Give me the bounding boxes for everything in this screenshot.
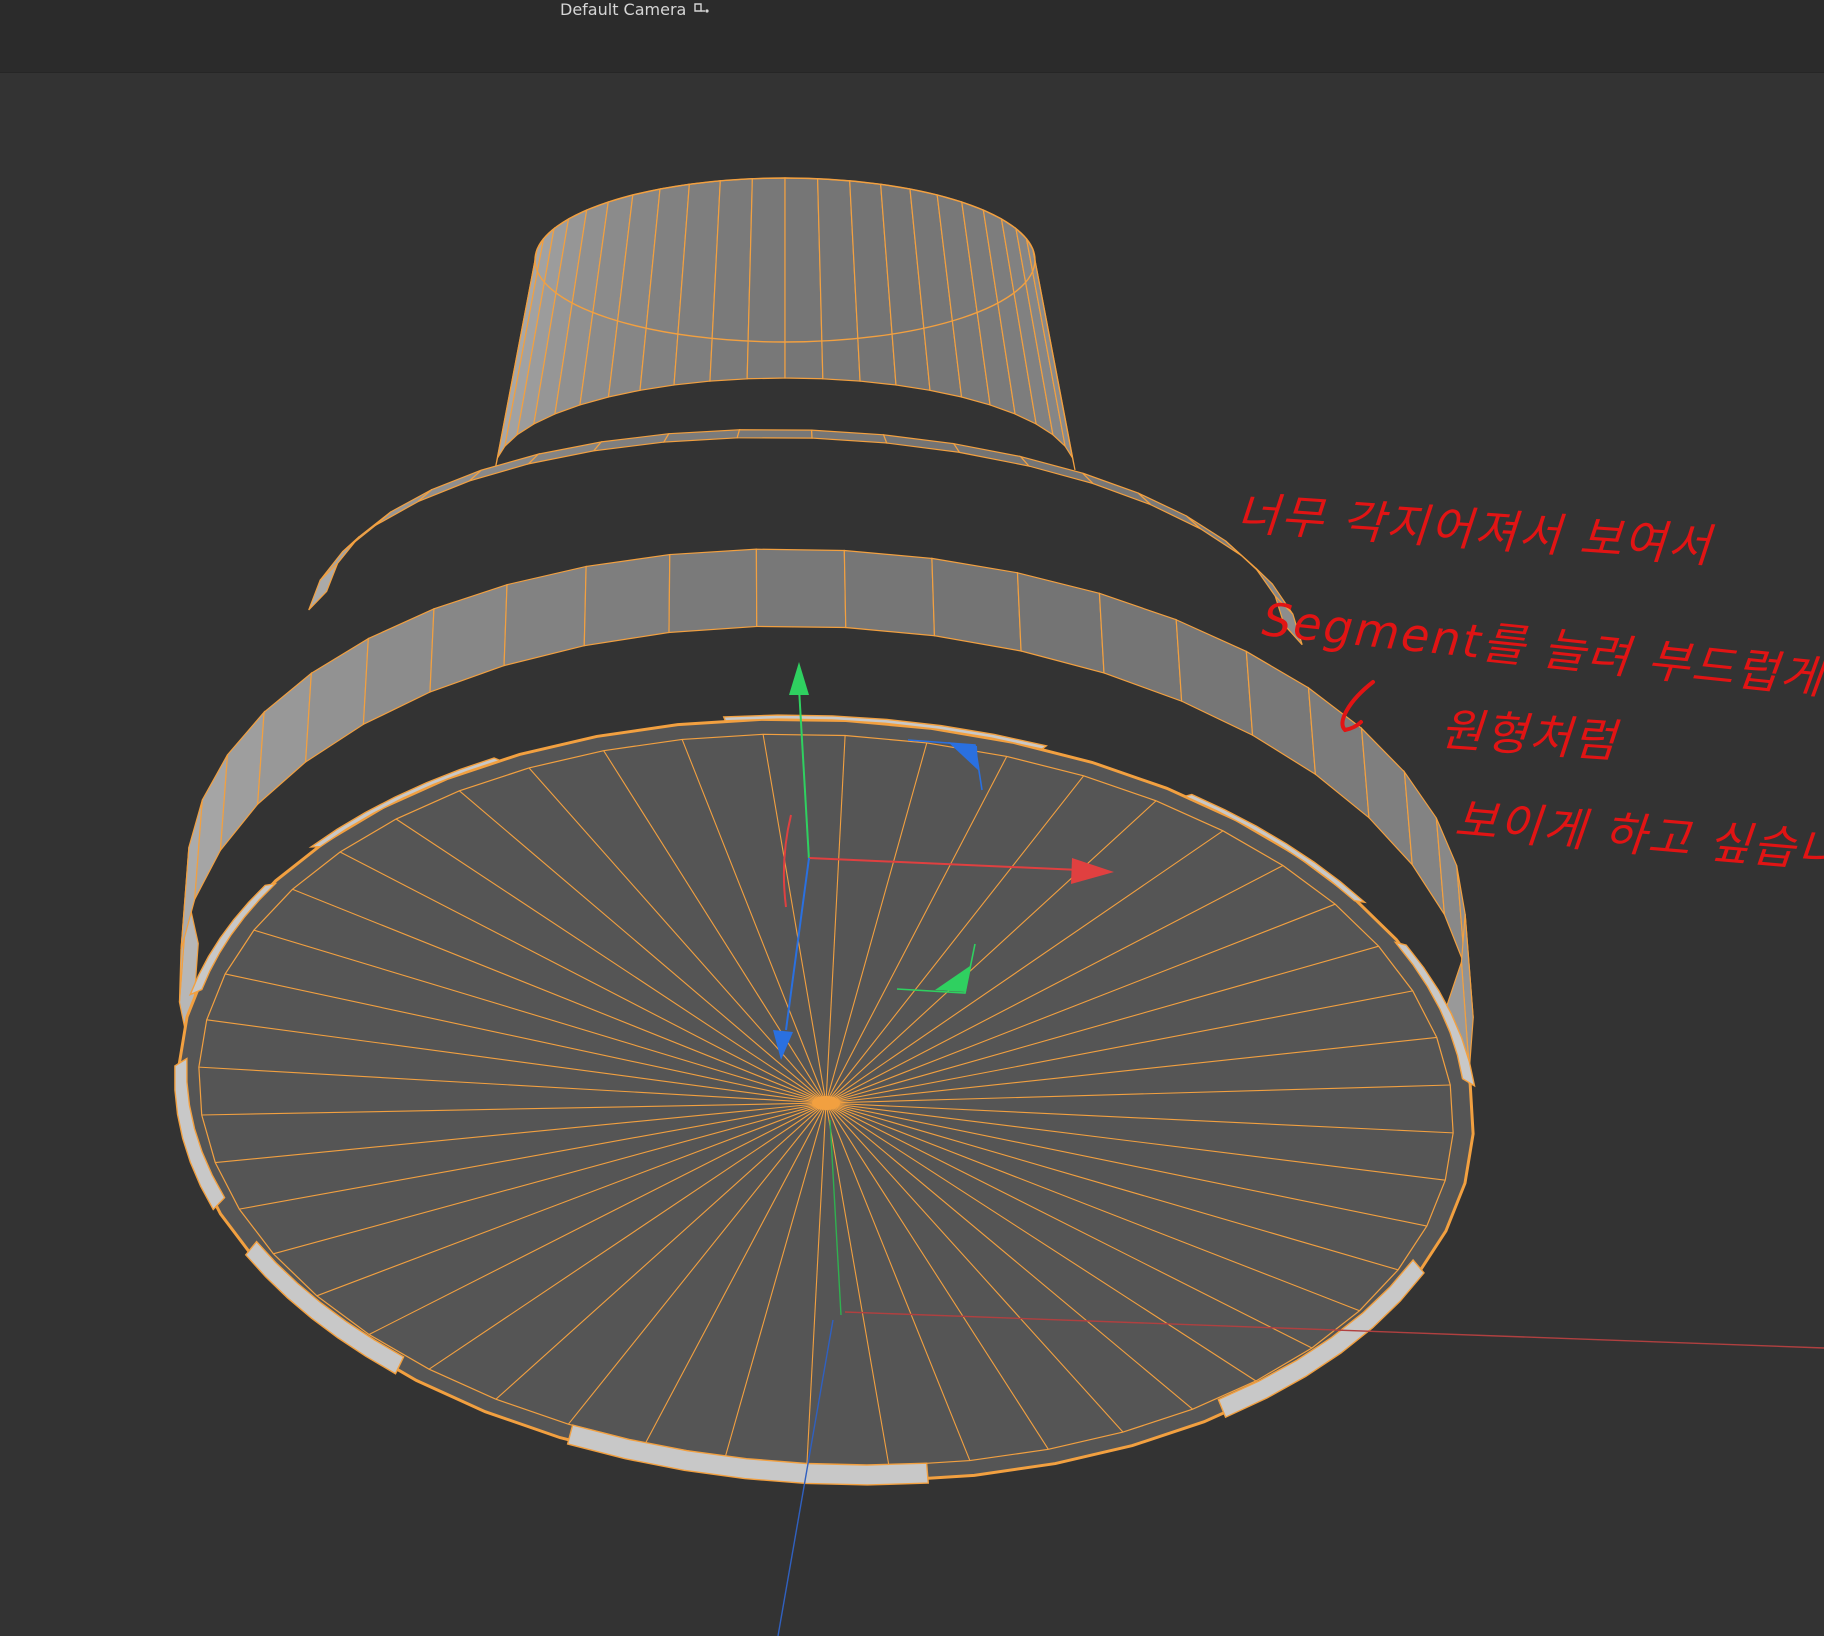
- ring-lower-face: [755, 548, 847, 629]
- ring-lower-face: [362, 607, 435, 726]
- ring-lower-face: [256, 671, 313, 806]
- ring-lower-face: [429, 583, 508, 693]
- ring-upper-face: [374, 488, 433, 526]
- cylinder-column[interactable]: [494, 177, 1076, 471]
- ring-lower-face: [931, 557, 1022, 652]
- ring-lower-face: [1098, 592, 1183, 703]
- ring-upper-face: [1082, 472, 1152, 506]
- ring-lower-face: [219, 710, 265, 853]
- camera-label-text: Default Camera: [560, 0, 687, 19]
- ring-lower-face: [583, 553, 671, 647]
- check-arrow-icon: [1340, 680, 1375, 733]
- cap-center-vertex: [812, 1096, 840, 1110]
- ring-upper-face: [1018, 455, 1096, 485]
- ring-upper-face: [417, 469, 482, 503]
- ring-upper-face: [592, 432, 670, 452]
- annotation-line-4: 보이게 하고 싶습니다: [1452, 792, 1824, 884]
- annotation-line-3: 원형처럼: [1438, 702, 1620, 769]
- camera-link-icon: [692, 1, 710, 17]
- gizmo-y-arrow-icon[interactable]: [789, 662, 809, 695]
- column-face: [746, 177, 786, 380]
- ring-lower-face: [843, 549, 936, 637]
- ring-lower-face: [503, 565, 587, 667]
- ring-upper-face: [308, 562, 339, 611]
- viewport-header: Default Camera: [0, 0, 1824, 73]
- annotation-line-1: 너무 각지어져서 보여서: [1234, 486, 1714, 574]
- ring-upper-face: [662, 429, 741, 443]
- ring-upper-face: [1137, 492, 1202, 530]
- camera-selector[interactable]: Default Camera: [560, 0, 710, 20]
- ring-lower-face: [668, 548, 758, 634]
- ring-upper-face: [882, 434, 961, 454]
- ring-upper-face: [469, 452, 541, 482]
- ring-lower-face: [304, 637, 369, 764]
- ring-upper-face: [736, 429, 813, 439]
- handwritten-annotation: 너무 각지어져서 보여서 Segment를 늘려 부드럽게 원형처럼 보이게 하…: [1225, 471, 1824, 931]
- ring-upper-face: [952, 442, 1031, 467]
- 3d-viewport[interactable]: 너무 각지어져서 보여서 Segment를 늘려 부드럽게 원형처럼 보이게 하…: [0, 73, 1824, 1636]
- ring-upper-face: [810, 429, 888, 444]
- column-face: [784, 177, 824, 380]
- ring-upper-face: [526, 440, 603, 465]
- ring-lower-face: [1016, 571, 1105, 674]
